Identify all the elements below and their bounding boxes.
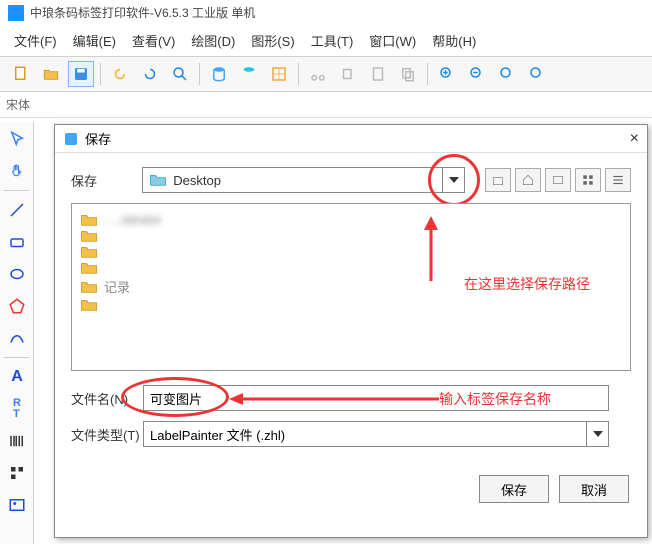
side-toolbar: A RT [0,122,34,544]
menu-tool[interactable]: 工具(T) [303,29,362,52]
line-tool-icon[interactable] [2,195,32,225]
menu-file[interactable]: 文件(F) [6,29,65,52]
view-up-icon[interactable] [485,168,511,192]
save-dialog: 保存 × 保存 Desktop . ...istrator [54,124,648,538]
annotation-arrow-name [229,393,439,405]
filename-label: 文件名(N) [71,389,143,408]
menu-shape[interactable]: 图形(S) [243,29,302,52]
menu-edit[interactable]: 编辑(E) [65,29,124,52]
list-item: . ...istrator [80,212,622,227]
rect-tool-icon[interactable] [2,227,32,257]
folder-icon [149,173,167,187]
app-icon [8,5,24,21]
copy-icon[interactable] [335,61,361,87]
cut-icon[interactable] [305,61,331,87]
list-item [80,245,622,259]
undo-icon[interactable] [107,61,133,87]
database-icon[interactable] [206,61,232,87]
chevron-down-icon[interactable] [586,422,608,446]
cancel-button[interactable]: 取消 [559,475,629,503]
hand-tool-icon[interactable] [2,156,32,186]
filetype-label: 文件类型(T) [71,425,143,444]
chevron-down-icon[interactable] [442,168,464,192]
qrcode-tool-icon[interactable] [2,458,32,488]
list-item [80,229,622,243]
font-name[interactable]: 宋体 [6,98,30,112]
filetype-combo[interactable]: LabelPainter 文件 (.zhl) [143,421,609,447]
image-tool-icon[interactable] [2,490,32,520]
open-file-icon[interactable] [38,61,64,87]
paste-icon[interactable] [365,61,391,87]
dialog-icon [63,131,79,147]
zoom-out-icon[interactable] [464,61,490,87]
save-location-label: 保存 [71,171,142,190]
app-title: 中琅条码标签打印软件-V6.5.3 工业版 单机 [30,4,255,21]
annotation-text-path: 在这里选择保存路径 [464,274,590,294]
annotation-arrow-path [406,216,456,286]
menu-bar: 文件(F) 编辑(E) 查看(V) 绘图(D) 图形(S) 工具(T) 窗口(W… [0,25,652,57]
view-list-icon[interactable] [605,168,631,192]
list-item [80,298,622,312]
main-toolbar [0,57,652,92]
app-title-bar: 中琅条码标签打印软件-V6.5.3 工业版 单机 [0,0,652,25]
zoom-fit-icon[interactable] [494,61,520,87]
view-home-icon[interactable] [515,168,541,192]
zoom-actual-icon[interactable] [524,61,550,87]
menu-help[interactable]: 帮助(H) [424,29,484,52]
new-file-icon[interactable] [8,61,34,87]
ellipse-tool-icon[interactable] [2,259,32,289]
location-text: Desktop [173,173,442,188]
text-tool-icon[interactable]: A [2,362,32,392]
table-icon[interactable] [266,61,292,87]
list-item [80,261,622,275]
dialog-title: 保存 [85,129,630,148]
menu-draw[interactable]: 绘图(D) [183,29,243,52]
menu-view[interactable]: 查看(V) [124,29,183,52]
save-button[interactable]: 保存 [479,475,549,503]
barcode-tool-icon[interactable] [2,426,32,456]
link-db-icon[interactable] [236,61,262,87]
redo-icon[interactable] [137,61,163,87]
font-bar: 宋体 [0,92,652,118]
file-list[interactable]: . ...istrator 记录 在这里选择保存路径 [71,203,631,371]
save-icon[interactable] [68,61,94,87]
curve-tool-icon[interactable] [2,323,32,353]
zoom-in-icon[interactable] [434,61,460,87]
richtext-tool-icon[interactable]: RT [2,394,32,424]
view-grid-icon[interactable] [575,168,601,192]
select-tool-icon[interactable] [2,124,32,154]
polygon-tool-icon[interactable] [2,291,32,321]
filetype-text: LabelPainter 文件 (.zhl) [144,425,586,444]
dialog-titlebar: 保存 × [55,125,647,153]
menu-window[interactable]: 窗口(W) [361,29,424,52]
preview-icon[interactable] [167,61,193,87]
location-combo[interactable]: Desktop [142,167,465,193]
view-newfolder-icon[interactable] [545,168,571,192]
close-icon[interactable]: × [630,130,639,148]
annotation-text-name: 输入标签保存名称 [439,389,551,409]
duplicate-icon[interactable] [395,61,421,87]
